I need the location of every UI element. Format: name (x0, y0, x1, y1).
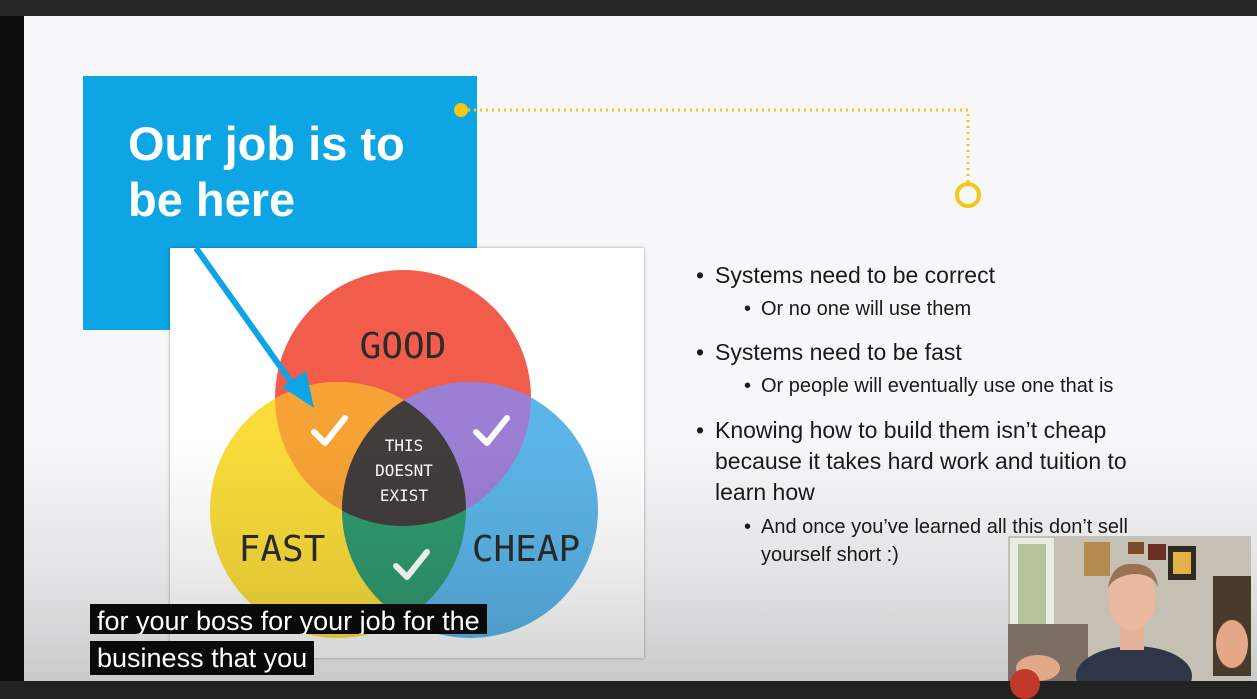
bullet-dot: • (696, 262, 705, 288)
sub-bullet-text: Or no one will use them (761, 298, 972, 320)
bullet-dot: • (696, 339, 705, 365)
bullet-dot: • (744, 375, 752, 397)
venn-diagram-frame: GOOD FAST CHEAP THIS DOESNT EXIST (170, 248, 644, 658)
label-cheap: CHEAP (472, 529, 580, 570)
slide-title-line1: Our job is to (128, 117, 405, 170)
picture-frame (1084, 542, 1110, 576)
connector-end-ring (955, 182, 981, 208)
sub-bullet-text-line: yourself short :) (761, 544, 899, 566)
video-left-letterbox (0, 16, 24, 681)
bullet-text-line: because it takes hard work and tuition t… (715, 448, 1127, 474)
bullet-text: Systems need to be fast (715, 339, 962, 365)
bullet-text-line: learn how (715, 479, 815, 505)
caption-line-1: for your boss for your job for the (90, 604, 487, 634)
presenter-hand (1216, 620, 1248, 668)
label-good: GOOD (360, 326, 447, 367)
bullet-dot: • (744, 298, 752, 320)
sub-bullet-text: Or people will eventually use one that i… (761, 375, 1114, 397)
picture-frame (1128, 542, 1144, 554)
center-label-line2: DOESNT (375, 461, 433, 480)
bullet-text-line: Knowing how to build them isn’t cheap (715, 417, 1107, 443)
center-label-line3: EXIST (380, 486, 429, 505)
caption-line-2: business that you (90, 641, 315, 675)
bullet-text: Systems need to be correct (715, 262, 995, 288)
channel-logo-icon (1010, 669, 1040, 699)
bullet-dot: • (696, 417, 705, 443)
video-top-bar (0, 0, 1257, 16)
label-fast: FAST (239, 529, 326, 570)
venn-diagram: GOOD FAST CHEAP THIS DOESNT EXIST (210, 270, 598, 638)
picture-frame (1148, 544, 1166, 560)
slide-title-line2: be here (128, 173, 296, 226)
center-label-line1: THIS (385, 436, 424, 455)
webcam-overlay (1008, 536, 1251, 681)
webcam-video (1008, 536, 1251, 681)
bullet-dot: • (744, 516, 752, 538)
